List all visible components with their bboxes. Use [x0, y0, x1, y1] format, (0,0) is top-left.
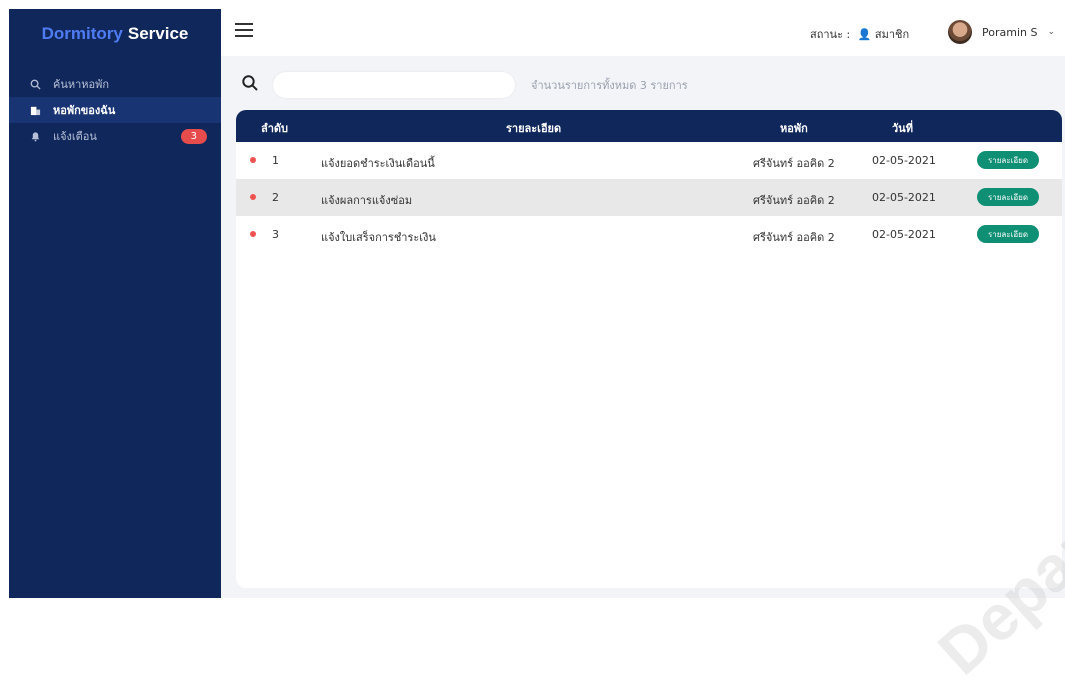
sidebar-item-my-dorm[interactable]: หอพักของฉัน — [9, 97, 221, 123]
sidebar-item-search-dorm[interactable]: ค้นหาหอพัก — [9, 71, 221, 97]
main-content: จำนวนรายการทั้งหมด 3 รายการ ลำดับ รายละเ… — [221, 56, 1065, 688]
header-date: วันที่ — [892, 122, 913, 135]
notification-badge: 3 — [180, 129, 207, 144]
status-label: สถานะ : — [810, 28, 851, 41]
member-status: สถานะ : 👤 สมาชิก — [810, 25, 909, 43]
sidebar-nav: ค้นหาหอพัก หอพักของฉัน แจ้งเตือน 3 — [9, 71, 221, 149]
row-no: 3 — [272, 228, 279, 241]
detail-button[interactable]: รายละเอียด — [977, 151, 1039, 169]
header-detail: รายละเอียด — [506, 122, 562, 135]
notifications-table: ลำดับ รายละเอียด หอพัก วันที่ 1 แจ้งยอดช… — [236, 110, 1062, 588]
person-icon: 👤 — [857, 28, 872, 41]
building-icon — [27, 105, 43, 116]
table-row[interactable]: 3 แจ้งใบเสร็จการชำระเงิน ศรีจันทร์ ออคิด… — [236, 216, 1062, 253]
sidebar-item-notifications[interactable]: แจ้งเตือน 3 — [9, 123, 221, 149]
status-value: สมาชิก — [874, 28, 910, 41]
row-no: 1 — [272, 154, 279, 167]
row-date: 02-05-2021 — [872, 154, 936, 167]
unread-dot-icon — [250, 231, 256, 237]
header-dorm: หอพัก — [780, 122, 808, 135]
unread-dot-icon — [250, 157, 256, 163]
sidebar-item-label: ค้นหาหอพัก — [53, 78, 110, 91]
row-date: 02-05-2021 — [872, 191, 936, 204]
search-input[interactable] — [273, 72, 515, 98]
brand-logo[interactable]: Dormitory Service — [9, 9, 221, 59]
avatar — [948, 20, 972, 44]
bell-icon — [27, 131, 43, 142]
row-dorm: ศรีจันทร์ ออคิด 2 — [753, 157, 835, 170]
row-detail: แจ้งผลการแจ้งซ่อม — [321, 194, 413, 207]
user-name: Poramin S — [982, 25, 1038, 39]
brand-part1: Dormitory — [41, 24, 123, 43]
row-detail: แจ้งใบเสร็จการชำระเงิน — [321, 231, 436, 244]
table-row[interactable]: 1 แจ้งยอดชำระเงินเดือนนี้ ศรีจันทร์ ออคิ… — [236, 142, 1062, 179]
sidebar: Dormitory Service ค้นหาหอพัก หอพักของฉัน… — [9, 9, 221, 598]
row-date: 02-05-2021 — [872, 228, 936, 241]
detail-button[interactable]: รายละเอียด — [977, 188, 1039, 206]
search-icon — [27, 79, 43, 90]
total-count-text: จำนวนรายการทั้งหมด 3 รายการ — [531, 79, 688, 92]
unread-dot-icon — [250, 194, 256, 200]
row-dorm: ศรีจันทร์ ออคิด 2 — [753, 194, 835, 207]
table-row[interactable]: 2 แจ้งผลการแจ้งซ่อม ศรีจันทร์ ออคิด 2 02… — [236, 179, 1062, 216]
hamburger-menu-icon[interactable] — [235, 23, 253, 41]
chevron-down-icon: ⌄ — [1047, 27, 1056, 37]
sidebar-item-label: หอพักของฉัน — [53, 104, 116, 117]
row-dorm: ศรีจันทร์ ออคิด 2 — [753, 231, 835, 244]
topbar: สถานะ : 👤 สมาชิก Poramin S ⌄ — [221, 9, 1065, 56]
header-no: ลำดับ — [261, 122, 289, 135]
table-header: ลำดับ รายละเอียด หอพัก วันที่ — [236, 110, 1062, 142]
search-icon[interactable] — [241, 74, 259, 96]
detail-button[interactable]: รายละเอียด — [977, 225, 1039, 243]
row-no: 2 — [272, 191, 279, 204]
search-bar: จำนวนรายการทั้งหมด 3 รายการ — [241, 72, 688, 98]
user-menu[interactable]: Poramin S ⌄ — [948, 20, 1055, 44]
brand-part2: Service — [127, 24, 189, 43]
row-detail: แจ้งยอดชำระเงินเดือนนี้ — [321, 157, 435, 170]
sidebar-item-label: แจ้งเตือน — [53, 130, 97, 143]
